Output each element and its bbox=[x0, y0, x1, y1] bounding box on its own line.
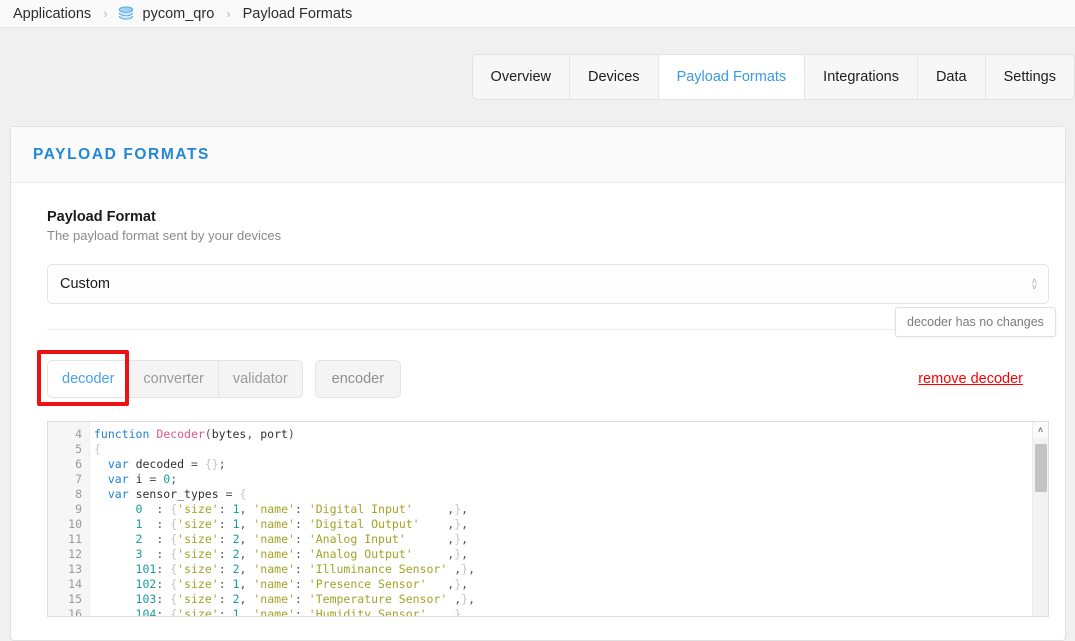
code-line: 1 : {'size': 1, 'name': 'Digital Output'… bbox=[135, 517, 469, 531]
code-line: 103: {'size': 2, 'name': 'Temperature Se… bbox=[135, 592, 476, 606]
code-line: var i = 0; bbox=[107, 472, 178, 486]
decoder-status-tooltip: decoder has no changes bbox=[895, 307, 1056, 337]
editor-tab-decoder[interactable]: decoder bbox=[48, 361, 130, 397]
remove-decoder-link[interactable]: remove decoder bbox=[918, 371, 1029, 387]
breadcrumb-item-current: Payload Formats bbox=[242, 5, 353, 22]
line-number: 4 bbox=[75, 427, 82, 441]
payload-formats-panel: PAYLOAD FORMATS Payload Format The paylo… bbox=[10, 126, 1066, 641]
code-content[interactable]: function Decoder(bytes, port){ var decod… bbox=[90, 422, 1048, 616]
line-number: 7 bbox=[75, 472, 82, 486]
line-number: 14 bbox=[68, 577, 82, 591]
code-line: function Decoder(bytes, port) bbox=[94, 427, 295, 441]
payload-format-label: Payload Format bbox=[47, 209, 156, 225]
code-line: { bbox=[94, 442, 101, 456]
editor-tab-validator[interactable]: validator bbox=[219, 361, 302, 397]
breadcrumb: Applications › pycom_qro › Payload Forma… bbox=[0, 0, 1075, 28]
line-number: 5 bbox=[75, 442, 82, 456]
layers-icon bbox=[117, 5, 135, 23]
line-number: 12 bbox=[68, 547, 82, 561]
tab-settings[interactable]: Settings bbox=[986, 55, 1074, 99]
code-line: 102: {'size': 1, 'name': 'Presence Senso… bbox=[135, 577, 469, 591]
editor-tab-group: decoder converter validator bbox=[47, 360, 303, 398]
line-number: 13 bbox=[68, 562, 82, 576]
payload-format-description: The payload format sent by your devices bbox=[47, 228, 282, 243]
line-number: 16 bbox=[68, 607, 82, 617]
line-number: 8 bbox=[75, 487, 82, 501]
scrollbar-thumb[interactable] bbox=[1035, 444, 1047, 492]
code-line: 2 : {'size': 2, 'name': 'Analog Input' ,… bbox=[135, 532, 469, 546]
tab-integrations[interactable]: Integrations bbox=[805, 54, 918, 99]
line-number: 15 bbox=[68, 592, 82, 606]
tab-data[interactable]: Data bbox=[918, 54, 986, 99]
tab-overview[interactable]: Overview bbox=[473, 54, 570, 99]
line-number: 11 bbox=[68, 532, 82, 546]
code-line: var sensor_types = { bbox=[107, 487, 247, 501]
code-line: var decoded = {}; bbox=[107, 457, 226, 471]
line-number: 10 bbox=[68, 517, 82, 531]
page-title: PAYLOAD FORMATS bbox=[33, 145, 210, 163]
editor-tab-row: decoder converter validator encoder remo… bbox=[37, 350, 1029, 406]
nav-tabs: Overview Devices Payload Formats Integra… bbox=[471, 53, 1075, 100]
tab-devices[interactable]: Devices bbox=[570, 54, 659, 99]
code-line: 101: {'size': 2, 'name': 'Illuminance Se… bbox=[135, 562, 476, 576]
breadcrumb-separator-2: › bbox=[226, 6, 231, 21]
code-line: 0 : {'size': 1, 'name': 'Digital Input' … bbox=[135, 502, 469, 516]
breadcrumb-separator: › bbox=[103, 6, 108, 21]
panel-body: Payload Format The payload format sent b… bbox=[11, 183, 1065, 617]
breadcrumb-item-applications[interactable]: Applications bbox=[6, 6, 98, 22]
editor-tab-encoder[interactable]: encoder bbox=[314, 360, 402, 398]
line-number-gutter: 4 5 6 7 8 9 10 11 12 13 14 15 16 17 bbox=[48, 422, 90, 616]
code-editor[interactable]: 4 5 6 7 8 9 10 11 12 13 14 15 16 17 func… bbox=[47, 421, 1049, 617]
line-number: 6 bbox=[75, 457, 82, 471]
payload-format-select-wrap: Custom ˄ ˅ bbox=[47, 264, 1049, 304]
tab-payload-formats[interactable]: Payload Formats bbox=[658, 54, 806, 99]
scroll-up-icon[interactable]: ˄ bbox=[1033, 422, 1048, 438]
panel-header: PAYLOAD FORMATS bbox=[11, 127, 1065, 183]
breadcrumb-item-application[interactable]: pycom_qro bbox=[136, 6, 222, 22]
line-number: 9 bbox=[75, 502, 82, 516]
payload-format-select[interactable]: Custom bbox=[47, 264, 1049, 304]
editor-tab-converter[interactable]: converter bbox=[129, 361, 219, 397]
nav-tab-row: Overview Devices Payload Formats Integra… bbox=[0, 28, 1075, 125]
code-line: 3 : {'size': 2, 'name': 'Analog Output' … bbox=[135, 547, 469, 561]
editor-scrollbar[interactable]: ˄ bbox=[1032, 422, 1048, 616]
code-line: 104: {'size': 1, 'name': 'Humidity Senso… bbox=[135, 607, 469, 616]
